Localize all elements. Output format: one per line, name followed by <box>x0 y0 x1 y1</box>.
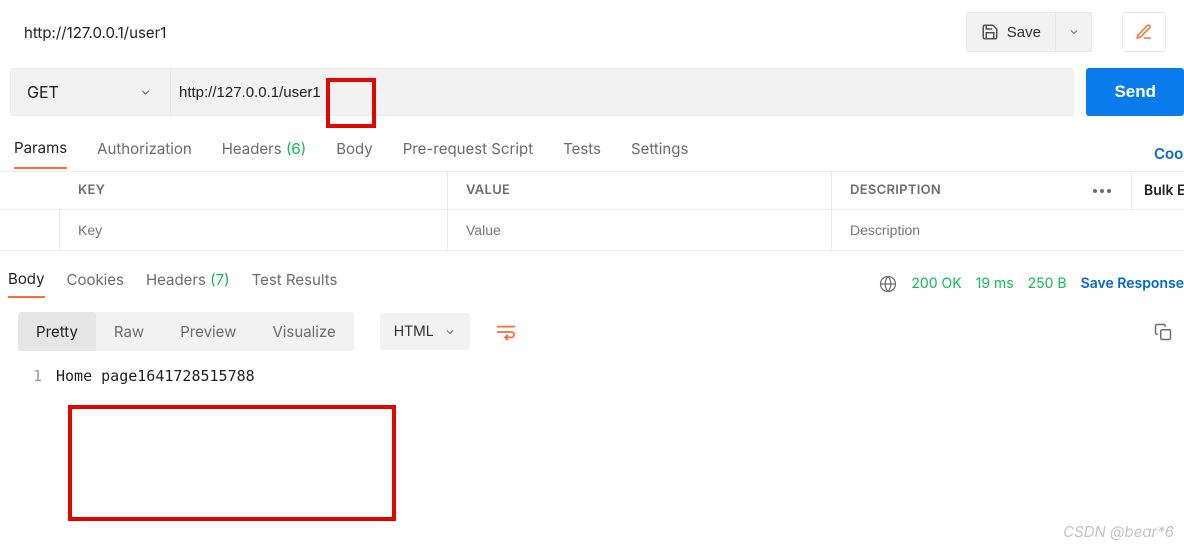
tab-params[interactable]: Params <box>14 138 67 169</box>
wrap-lines-button[interactable] <box>488 313 524 351</box>
response-body-line: Home page1641728515788 <box>56 367 255 385</box>
bulk-edit-button[interactable]: Bulk Edit <box>1132 172 1184 209</box>
globe-icon[interactable] <box>879 275 897 293</box>
more-options-button[interactable] <box>1072 172 1132 209</box>
tab-prerequest[interactable]: Pre-request Script <box>403 139 533 168</box>
annotation-box <box>68 405 396 521</box>
chevron-down-icon <box>1068 26 1080 38</box>
save-button[interactable]: Save <box>966 12 1056 52</box>
col-value: VALUE <box>448 172 832 209</box>
tab-body[interactable]: Body <box>336 139 373 168</box>
format-value: HTML <box>394 323 434 340</box>
resp-tab-body[interactable]: Body <box>8 269 45 298</box>
view-mode-group: Pretty Raw Preview Visualize <box>18 312 354 351</box>
resp-headers-count: (7) <box>210 270 229 289</box>
format-select[interactable]: HTML <box>380 313 470 350</box>
save-response-link[interactable]: Save Response <box>1081 275 1184 292</box>
col-description: DESCRIPTION <box>832 172 1072 209</box>
send-button[interactable]: Send <box>1086 68 1184 116</box>
row-pad <box>0 210 60 250</box>
resp-tab-testresults[interactable]: Test Results <box>252 270 338 297</box>
view-visualize[interactable]: Visualize <box>254 312 353 351</box>
view-raw[interactable]: Raw <box>96 312 162 351</box>
edit-button[interactable] <box>1122 12 1166 52</box>
param-desc-input[interactable] <box>832 210 1184 250</box>
view-preview[interactable]: Preview <box>162 312 254 351</box>
cookies-link[interactable]: Cookies <box>1154 144 1184 163</box>
resp-tab-headers[interactable]: Headers (7) <box>146 270 230 297</box>
tab-headers[interactable]: Headers (6) <box>222 139 306 168</box>
status-code: 200 OK <box>911 275 961 292</box>
resp-tab-cookies[interactable]: Cookies <box>67 270 124 297</box>
method-select[interactable]: GET <box>11 69 171 115</box>
param-value-input[interactable] <box>448 210 831 250</box>
line-number: 1 <box>0 367 56 385</box>
copy-icon <box>1154 323 1172 341</box>
copy-button[interactable] <box>1148 317 1178 347</box>
pencil-icon <box>1135 23 1153 41</box>
watermark: CSDN @bear*6 <box>1063 522 1174 541</box>
request-title: http://127.0.0.1/user1 <box>24 23 966 42</box>
tab-settings[interactable]: Settings <box>631 139 688 168</box>
save-dropdown-button[interactable] <box>1056 12 1092 52</box>
tab-headers-label: Headers <box>222 139 282 158</box>
tab-tests[interactable]: Tests <box>563 139 601 168</box>
kebab-icon <box>1093 189 1111 193</box>
save-icon <box>981 23 999 41</box>
wrap-icon <box>495 323 517 341</box>
tab-authorization[interactable]: Authorization <box>97 139 192 168</box>
method-value: GET <box>27 82 59 102</box>
chevron-down-icon <box>139 86 152 99</box>
view-pretty[interactable]: Pretty <box>18 312 96 351</box>
col-key: KEY <box>60 172 448 209</box>
status-time: 19 ms <box>976 275 1014 292</box>
param-key-input[interactable] <box>60 210 447 250</box>
tab-headers-count: (6) <box>286 139 306 158</box>
save-label: Save <box>1007 24 1041 41</box>
url-input[interactable] <box>171 69 1073 115</box>
chevron-down-icon <box>444 326 456 338</box>
resp-headers-label: Headers <box>146 270 206 289</box>
params-pad <box>0 172 60 209</box>
status-size: 250 B <box>1028 275 1067 292</box>
